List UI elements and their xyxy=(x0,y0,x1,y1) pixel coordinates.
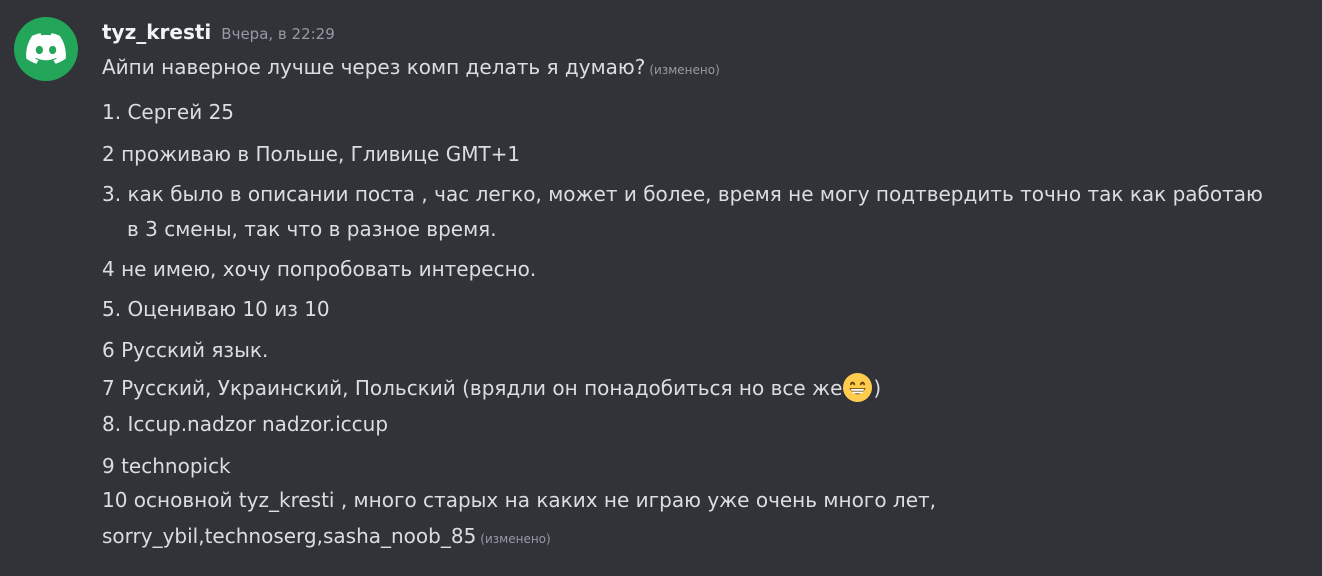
message-text: Айпи наверное лучше через комп делать я … xyxy=(102,55,646,79)
message-text: 1. Сергей 25 xyxy=(102,100,235,124)
username[interactable]: tyz_kresti xyxy=(102,20,211,44)
message-text: 2 проживаю в Польше, Гливице GMT+1 xyxy=(102,142,521,166)
message-line: 10 основной tyz_kresti , много старых на… xyxy=(102,488,936,512)
grinning-face-emoji-icon[interactable] xyxy=(842,372,873,403)
message-line: 8. Iccup.nadzor nadzor.iccup xyxy=(102,412,388,436)
message-timestamp[interactable]: Вчера, в 22:29 xyxy=(221,25,334,43)
message-line: 7 Русский, Украинский, Польский (врядли … xyxy=(102,372,881,403)
user-avatar[interactable] xyxy=(14,17,78,81)
message-text: sorry_ybil,technoserg,sasha_noob_85 xyxy=(102,524,477,548)
discord-logo-icon xyxy=(26,33,66,64)
message-text: 6 Русский язык. xyxy=(102,338,269,362)
message-text: 9 technopick xyxy=(102,454,231,478)
message-line: 5. Оцениваю 10 из 10 xyxy=(102,297,330,321)
edited-label: (изменено) xyxy=(649,63,720,77)
message-line: в 3 смены, так что в разное время. xyxy=(127,217,497,241)
message-text: 3. как было в описании поста , час легко… xyxy=(102,182,1263,206)
message-line: 4 не имею, хочу попробовать интересно. xyxy=(102,257,536,281)
message-line: 2 проживаю в Польше, Гливице GMT+1 xyxy=(102,142,520,166)
message-line: Айпи наверное лучше через комп делать я … xyxy=(102,55,720,82)
message-text: 4 не имею, хочу попробовать интересно. xyxy=(102,257,537,281)
message-header: tyz_kresti Вчера, в 22:29 xyxy=(102,20,335,44)
message-text: ) xyxy=(873,376,882,400)
message-text: 10 основной tyz_kresti , много старых на… xyxy=(102,488,937,512)
message-line: 3. как было в описании поста , час легко… xyxy=(102,182,1263,206)
message-line: 9 technopick xyxy=(102,454,231,478)
message-text: 7 Русский, Украинский, Польский (врядли … xyxy=(102,376,843,400)
message-line: 1. Сергей 25 xyxy=(102,100,234,124)
message-line: 6 Русский язык. xyxy=(102,338,268,362)
message-text: в 3 смены, так что в разное время. xyxy=(127,217,497,241)
edited-label: (изменено) xyxy=(480,532,551,546)
message-text: 8. Iccup.nadzor nadzor.iccup xyxy=(102,412,389,436)
message-line: sorry_ybil,technoserg,sasha_noob_85 (изме… xyxy=(102,524,551,551)
message-text: 5. Оцениваю 10 из 10 xyxy=(102,297,330,321)
chat-message: tyz_kresti Вчера, в 22:29 Айпи наверное л… xyxy=(0,0,1322,576)
